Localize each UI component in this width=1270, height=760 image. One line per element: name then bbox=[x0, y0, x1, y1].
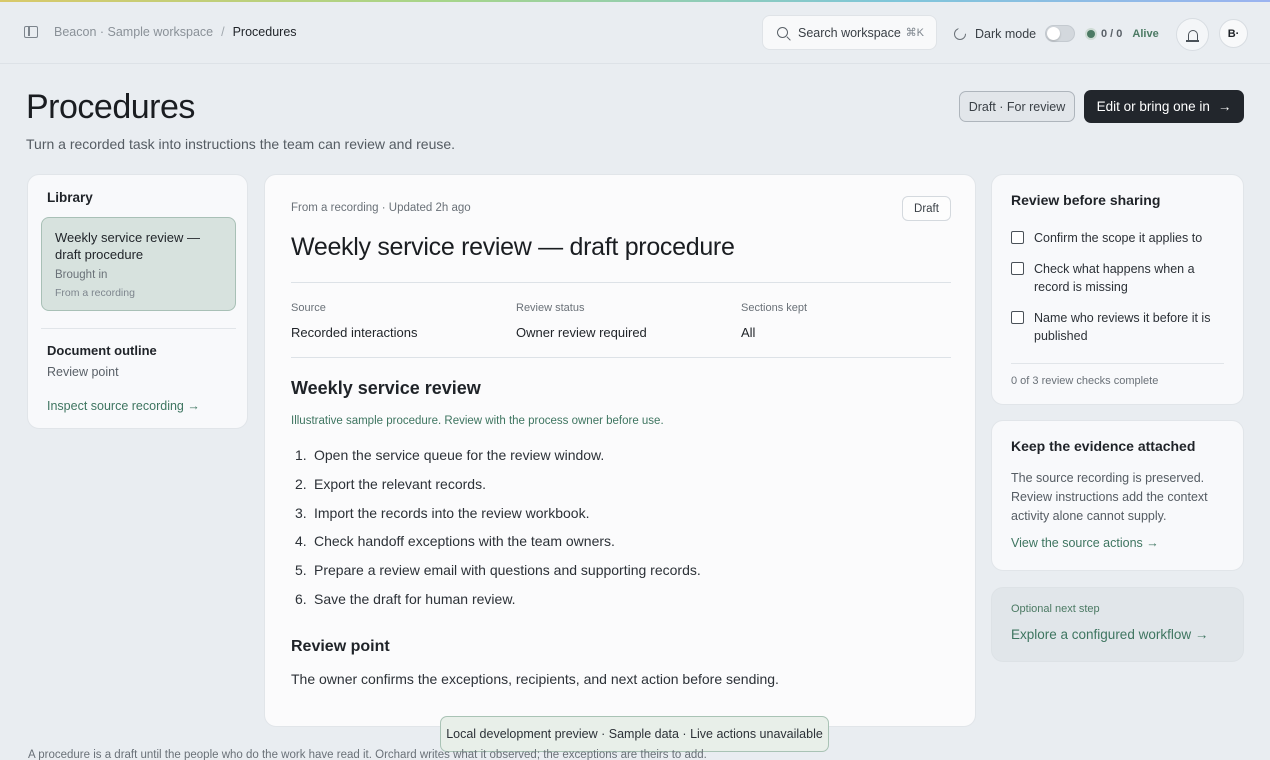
inspect-source-link[interactable]: Inspect source recording → bbox=[47, 399, 200, 413]
library-panel: Library Weekly service review — draft pr… bbox=[27, 174, 248, 429]
evidence-panel: Keep the evidence attached The source re… bbox=[991, 420, 1244, 571]
status-badge: Draft bbox=[902, 196, 951, 221]
field-value: Owner review required bbox=[516, 325, 647, 340]
review-point-heading: Review point bbox=[291, 638, 390, 655]
list-item: 1. Open the service queue for the review … bbox=[295, 447, 605, 463]
divider bbox=[291, 357, 951, 358]
view-source-actions-link[interactable]: View the source actions → bbox=[1011, 536, 1159, 550]
check-item-scope[interactable]: Confirm the scope it applies to bbox=[1011, 230, 1214, 248]
library-item-status: Brought in bbox=[55, 269, 108, 281]
page-subtitle: Turn a recorded task into instructions t… bbox=[26, 136, 456, 152]
list-item: 6. Save the draft for human review. bbox=[295, 590, 516, 607]
library-title: Library bbox=[47, 190, 93, 205]
document-panel: From a recording · Updated 2h ago Draft … bbox=[264, 174, 976, 727]
check-item-reviewer[interactable]: Name who reviews it before it is publish… bbox=[1011, 310, 1214, 345]
status-count: 0 / 0 bbox=[1101, 28, 1123, 40]
evidence-body: The source recording is preserved. Revie… bbox=[1011, 471, 1208, 523]
document-meta: From a recording · Updated 2h ago bbox=[291, 202, 471, 214]
field-label: Review status bbox=[516, 302, 585, 314]
search-icon bbox=[777, 27, 788, 38]
draft-for-review-button[interactable]: Draft · For review bbox=[959, 91, 1075, 122]
arrow-right-icon: → bbox=[1217, 99, 1232, 114]
dark-mode-control: Dark mode bbox=[954, 25, 1076, 42]
library-item-title: Weekly service review — draft procedure bbox=[55, 230, 200, 262]
edit-or-bring-button[interactable]: Edit or bring one in → bbox=[1084, 90, 1244, 123]
moon-icon bbox=[954, 25, 967, 40]
review-point-text: The owner confirms the exceptions, recip… bbox=[291, 671, 779, 687]
divider bbox=[1011, 363, 1224, 364]
checks-title: Review before sharing bbox=[1011, 192, 1161, 208]
edit-button-label: Edit or bring one in bbox=[1096, 99, 1210, 114]
field-label: Sections kept bbox=[741, 302, 808, 314]
optional-next-step: Optional next step Explore a configured … bbox=[991, 587, 1244, 662]
breadcrumb: Beacon · Sample workspace / Procedures bbox=[54, 25, 297, 39]
sample-note: Illustrative sample procedure. Review wi… bbox=[291, 415, 664, 427]
evidence-title: Keep the evidence attached bbox=[1011, 438, 1196, 454]
library-item-source: From a recording bbox=[55, 287, 135, 299]
list-item: 3. Import the records into the review wor… bbox=[295, 504, 590, 521]
checkbox[interactable] bbox=[1011, 231, 1024, 244]
field-review-status: Review status Owner review required bbox=[516, 302, 647, 340]
search-shortcut: ⌘K bbox=[905, 27, 924, 39]
section-heading: Weekly service review bbox=[291, 378, 481, 398]
sidebar-toggle-icon[interactable] bbox=[24, 26, 38, 38]
breadcrumb-separator: / bbox=[221, 25, 225, 39]
field-sections-kept: Sections kept All bbox=[741, 302, 807, 340]
dark-mode-toggle[interactable] bbox=[1045, 25, 1076, 42]
footer-note: A procedure is a draft until the people … bbox=[28, 749, 707, 760]
library-item-selected[interactable]: Weekly service review — draft procedure … bbox=[41, 217, 236, 311]
field-value: Recorded interactions bbox=[291, 325, 418, 340]
search-input[interactable]: Search workspace ⌘K bbox=[762, 15, 937, 50]
explore-workflow-link[interactable]: Explore a configured workflow → bbox=[1011, 627, 1208, 642]
status-state: Alive bbox=[1132, 28, 1159, 40]
status-dot-icon bbox=[1087, 30, 1095, 38]
review-checks-panel: Review before sharing Confirm the scope … bbox=[991, 174, 1244, 405]
list-item: 4. Check handoff exceptions with the team… bbox=[295, 533, 615, 550]
list-item: 5. Prepare a review email with questions … bbox=[295, 562, 701, 579]
breadcrumb-workspace[interactable]: Beacon · Sample workspace bbox=[54, 25, 213, 39]
check-label: Name who reviews it before it is publish… bbox=[1034, 311, 1211, 343]
check-label: Check what happens when a record is miss… bbox=[1034, 262, 1195, 294]
document-title: Weekly service review — draft procedure bbox=[291, 233, 735, 261]
preview-toast: Local development preview · Sample data … bbox=[440, 716, 829, 752]
avatar[interactable]: B· bbox=[1219, 19, 1248, 48]
optional-label: Optional next step bbox=[1011, 603, 1100, 615]
divider bbox=[291, 282, 951, 283]
search-placeholder: Search workspace bbox=[798, 25, 901, 40]
field-value: All bbox=[741, 325, 756, 340]
field-source: Source Recorded interactions bbox=[291, 302, 417, 340]
bell-icon bbox=[1185, 29, 1199, 42]
checkbox[interactable] bbox=[1011, 262, 1024, 275]
divider bbox=[41, 328, 236, 329]
connection-status: 0 / 0 Alive bbox=[1087, 28, 1159, 40]
check-item-missing-record[interactable]: Check what happens when a record is miss… bbox=[1011, 261, 1214, 296]
procedure-steps: 1. Open the service queue for the review … bbox=[295, 445, 701, 618]
checkbox[interactable] bbox=[1011, 311, 1024, 324]
field-label: Source bbox=[291, 302, 326, 314]
dark-mode-label: Dark mode bbox=[975, 26, 1037, 41]
outline-item-review-point[interactable]: Review point bbox=[47, 365, 119, 379]
list-item: 2. Export the relevant records. bbox=[295, 475, 486, 492]
breadcrumb-current: Procedures bbox=[232, 25, 297, 39]
app-header: Beacon · Sample workspace / Procedures S… bbox=[0, 2, 1270, 64]
outline-title: Document outline bbox=[47, 343, 157, 358]
check-label: Confirm the scope it applies to bbox=[1034, 231, 1203, 245]
page-title: Procedures bbox=[26, 88, 195, 126]
checks-progress: 0 of 3 review checks complete bbox=[1011, 375, 1159, 387]
notifications-button[interactable] bbox=[1176, 18, 1209, 51]
